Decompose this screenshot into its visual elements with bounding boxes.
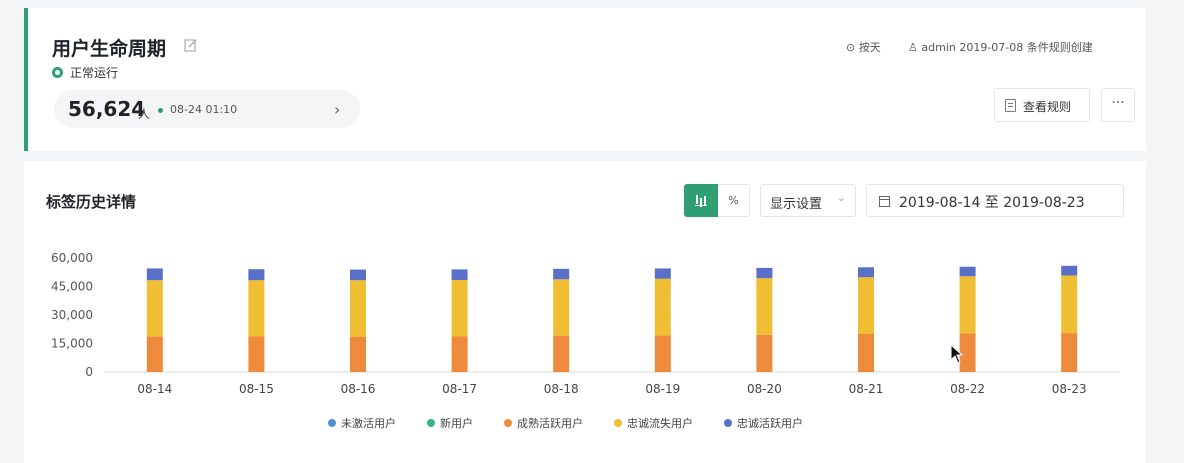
status-dot-icon: [52, 67, 63, 78]
x-tick-label: 08-20: [747, 382, 782, 396]
bar-segment: [248, 280, 265, 337]
x-tick-label: 08-19: [645, 382, 680, 396]
update-dot-icon: [158, 108, 163, 113]
bar-segment: [858, 334, 874, 372]
bar-segment: [654, 278, 671, 336]
x-tick-label: 08-14: [137, 382, 172, 396]
x-tick-label: 08-21: [849, 382, 884, 396]
edit-icon[interactable]: [184, 38, 198, 52]
user-count-unit: 人: [138, 107, 151, 121]
bar-segment: [756, 278, 773, 335]
bar-segment: [146, 280, 163, 337]
legend-marker: [614, 419, 622, 427]
bar-segment: [553, 335, 570, 372]
bar-segment: [451, 269, 468, 281]
bar-segment: [1061, 275, 1078, 334]
bar-segment: [858, 267, 874, 278]
status-text: 正常运行: [70, 66, 119, 80]
frequency-info: ⊙ 按天: [846, 39, 881, 55]
tag-summary-card: 用户生命周期 正常运行 56,624 人 08-24 01:10 › ⊙ 按天 …: [24, 8, 1146, 151]
bar-segment: [959, 276, 976, 334]
legend-label: 未激活用户: [341, 416, 396, 430]
bar-segment: [654, 335, 671, 372]
legend-label: 成熟活跃用户: [517, 416, 583, 430]
legend-label: 忠诚流失用户: [627, 416, 693, 430]
view-rule-label: 查看规则: [1023, 100, 1072, 114]
bar-segment: [451, 280, 468, 337]
x-tick-label: 08-16: [341, 382, 376, 396]
x-tick-label: 08-17: [442, 382, 477, 396]
bar-segment: [146, 336, 163, 372]
stacked-bar-chart: 60,000 45,000 30,000 15,000 0 08-14 08-15 08-16…: [51, 251, 1120, 430]
update-time: 08-24 01:10: [170, 103, 238, 116]
y-tick-label: 45,000: [51, 280, 93, 294]
bar-segment: [248, 269, 265, 281]
x-tick-label: 08-15: [239, 382, 274, 396]
x-tick-label: 08-22: [950, 382, 985, 396]
bar-segment: [756, 267, 773, 279]
bar-segment: [350, 269, 366, 281]
clock-icon: ⊙: [846, 41, 856, 54]
legend-marker: [427, 419, 435, 427]
legend-label: 新用户: [440, 416, 473, 430]
bar-segment: [756, 334, 773, 372]
legend-marker: [328, 419, 336, 427]
bar-segment: [553, 268, 570, 280]
view-rule-button[interactable]: 查看规则: [994, 88, 1090, 122]
chevron-right-icon[interactable]: ›: [334, 100, 340, 119]
bar-segment: [146, 268, 163, 281]
y-tick-label: 0: [85, 365, 93, 379]
user-icon: ♙: [908, 41, 918, 54]
page-title: 用户生命周期: [52, 38, 167, 60]
user-count-pill[interactable]: 56,624 人 08-24 01:10 ›: [54, 90, 360, 128]
legend-marker: [724, 419, 732, 427]
legend-label: 忠诚活跃用户: [737, 416, 803, 430]
user-count: 56,624: [68, 97, 146, 121]
mouse-cursor-icon: [950, 344, 964, 364]
bar-segment: [654, 268, 671, 279]
bar-segment: [248, 336, 265, 372]
frequency-text: 按天: [858, 41, 881, 54]
bar-segment: [350, 280, 366, 337]
bar-segment: [959, 266, 976, 277]
bar-segment: [1061, 265, 1078, 276]
bar-segment: [1061, 333, 1078, 372]
y-tick-label: 15,000: [51, 337, 93, 351]
tag-history-card: 标签历史详情 % 显示设置 ⌄ 2019-08-14 至 2019-08-23 …: [24, 161, 1146, 463]
bar-segment: [350, 336, 366, 372]
creator-info: ♙ admin 2019-07-08 条件规则创建: [908, 39, 1093, 55]
x-tick-label: 08-18: [544, 382, 579, 396]
y-tick-label: 30,000: [51, 308, 93, 322]
y-tick-label: 60,000: [51, 251, 93, 265]
x-tick-label: 08-23: [1052, 382, 1087, 396]
bar-segment: [451, 336, 468, 372]
bar-segment: [858, 277, 874, 334]
bar-segment: [553, 279, 570, 336]
more-options-button[interactable]: ···: [1101, 88, 1135, 122]
document-icon: [1005, 99, 1016, 112]
legend-marker: [504, 419, 512, 427]
creator-text: admin 2019-07-08 条件规则创建: [921, 41, 1093, 54]
